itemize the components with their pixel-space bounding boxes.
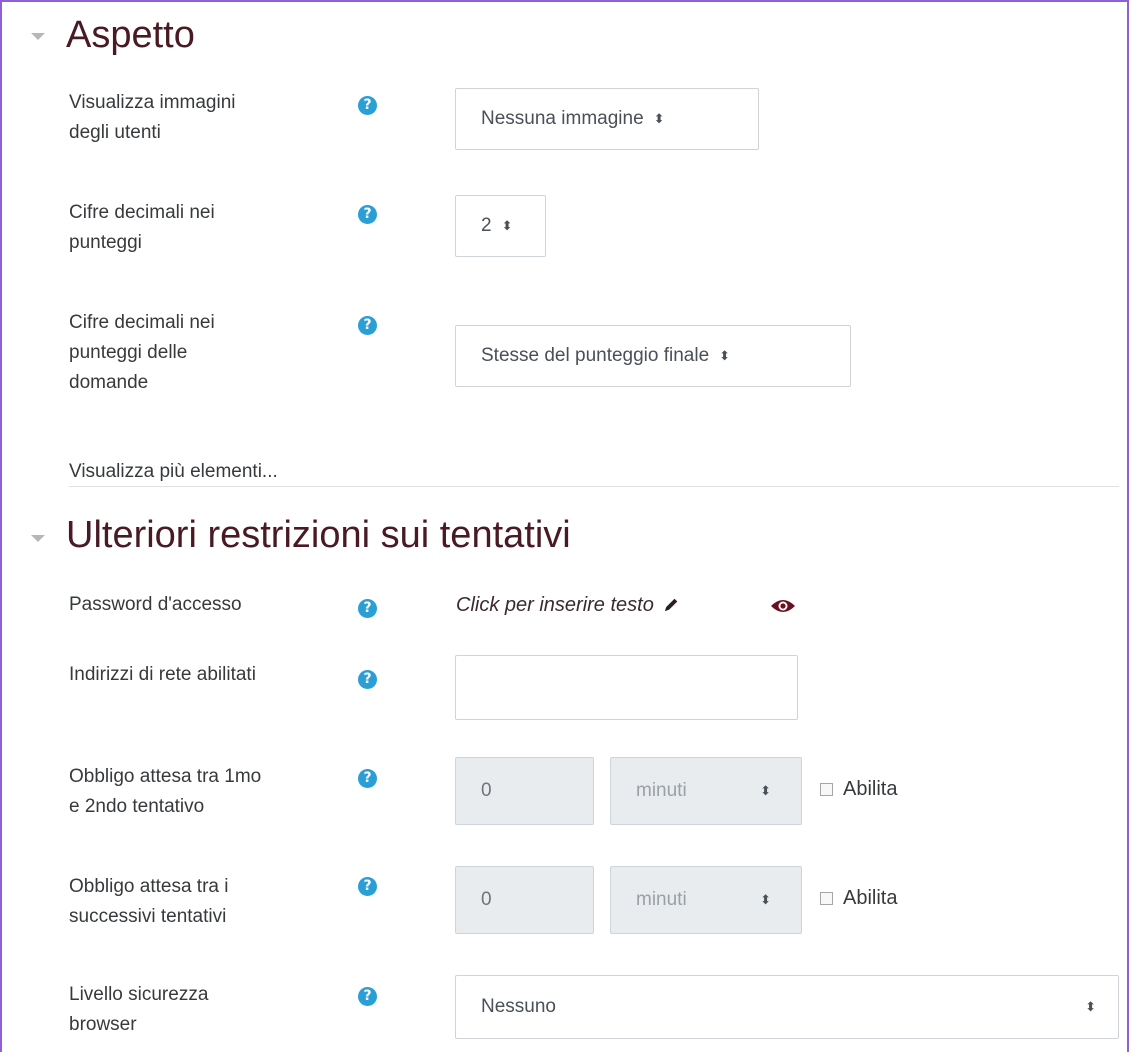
question-decimals-label: Cifre decimali nei punteggi delle domand… [69, 308, 215, 398]
label-line: Visualizza immagini [69, 92, 236, 113]
delay1-number-input[interactable]: 0 [455, 757, 594, 825]
section-title-restrictions[interactable]: Ulteriori restrizioni sui tentativi [66, 514, 571, 557]
section-title-aspetto[interactable]: Aspetto [66, 14, 195, 57]
help-icon[interactable]: ? [358, 670, 377, 689]
sort-arrows-icon: ⬍ [653, 111, 665, 127]
help-icon[interactable]: ? [358, 987, 377, 1006]
help-icon[interactable]: ? [358, 769, 377, 788]
password-label: Password d'accesso [69, 594, 242, 615]
label-line: Cifre decimali nei [69, 202, 215, 223]
label-line: punteggi [69, 232, 142, 253]
label-line: e 2ndo tentativo [69, 796, 205, 817]
delay2-enable-checkbox[interactable]: Abilita [820, 887, 897, 910]
checkbox-box[interactable] [820, 783, 833, 796]
pencil-icon[interactable] [662, 596, 680, 614]
collapse-caret-icon[interactable] [31, 535, 45, 542]
question-decimals-select[interactable]: Stesse del punteggio finale ⬍ [455, 325, 851, 387]
help-icon[interactable]: ? [358, 96, 377, 115]
label-line: Obbligo attesa tra i [69, 876, 229, 897]
sort-arrows-icon: ⬍ [760, 892, 771, 908]
sort-arrows-icon: ⬍ [719, 348, 731, 364]
delay2-number-input[interactable]: 0 [455, 866, 594, 934]
browser-security-select[interactable]: Nessuno ⬍ [455, 975, 1119, 1039]
label-line: degli utenti [69, 122, 161, 143]
label-line: domande [69, 372, 149, 393]
checkbox-box[interactable] [820, 892, 833, 905]
label-line: browser [69, 1014, 137, 1035]
delay1-enable-checkbox[interactable]: Abilita [820, 778, 897, 801]
help-icon[interactable]: ? [358, 316, 377, 335]
label-line: successivi tentativi [69, 906, 227, 927]
select-value: minuti [636, 889, 687, 910]
label-line: Livello sicurezza [69, 984, 209, 1005]
label-line: Cifre decimali nei [69, 312, 215, 333]
select-value: Nessuno [481, 996, 556, 1017]
decimal-places-select[interactable]: 2 ⬍ [455, 195, 546, 257]
network-label: Indirizzi di rete abilitati [69, 664, 256, 685]
delay2-label: Obbligo attesa tra i successivi tentativ… [69, 872, 228, 932]
network-input[interactable] [455, 655, 798, 720]
select-value: Stesse del punteggio finale [481, 345, 710, 366]
show-more-link[interactable]: Visualizza più elementi... [69, 461, 278, 483]
delay1-unit-select[interactable]: minuti ⬍ [610, 757, 802, 825]
sort-arrows-icon: ⬍ [760, 783, 771, 799]
help-icon[interactable]: ? [358, 877, 377, 896]
browser-security-label: Livello sicurezza browser [69, 980, 208, 1040]
section-divider [69, 486, 1119, 487]
inplace-placeholder: Click per inserire testo [456, 593, 654, 616]
collapse-caret-icon[interactable] [31, 33, 45, 40]
eye-icon[interactable] [770, 598, 796, 614]
password-inplace-editor[interactable]: Click per inserire testo [456, 590, 680, 620]
select-value: Nessuna immagine [481, 108, 644, 129]
help-icon[interactable]: ? [358, 599, 377, 618]
checkbox-label: Abilita [843, 778, 898, 800]
sort-arrows-icon: ⬍ [501, 218, 513, 234]
sort-arrows-icon: ⬍ [1085, 999, 1096, 1015]
checkbox-label: Abilita [843, 887, 898, 909]
select-value: minuti [636, 780, 687, 801]
label-line: punteggi delle [69, 342, 188, 363]
delay2-unit-select[interactable]: minuti ⬍ [610, 866, 802, 934]
user-images-select[interactable]: Nessuna immagine ⬍ [455, 88, 759, 150]
user-images-label: Visualizza immagini degli utenti [69, 88, 236, 148]
help-icon[interactable]: ? [358, 205, 377, 224]
label-line: Obbligo attesa tra 1mo [69, 766, 262, 787]
decimal-places-label: Cifre decimali nei punteggi [69, 198, 215, 258]
select-value: 2 [481, 215, 492, 236]
delay1-label: Obbligo attesa tra 1mo e 2ndo tentativo [69, 762, 261, 822]
